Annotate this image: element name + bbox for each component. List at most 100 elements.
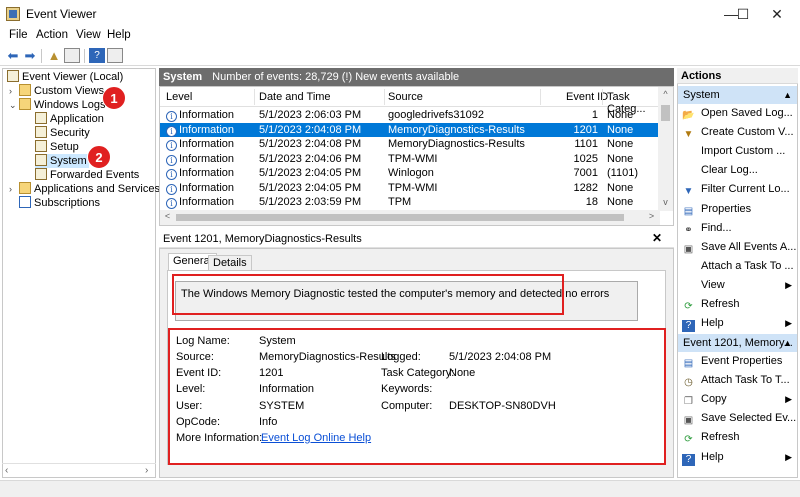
action-import-custom[interactable]: Import Custom ... xyxy=(678,142,797,160)
back-arrow-icon[interactable]: ⬅ xyxy=(5,48,21,63)
scroll-thumb[interactable] xyxy=(661,105,670,121)
log-icon xyxy=(35,112,47,124)
show-hide-action-pane-icon[interactable] xyxy=(107,48,123,63)
tree-item-forwarded-events[interactable]: Forwarded Events xyxy=(35,168,139,182)
action-save-all-events-a[interactable]: ▣ Save All Events A... xyxy=(678,238,797,256)
tree-item-setup[interactable]: Setup xyxy=(35,140,79,154)
submenu-arrow-icon: ▶ xyxy=(785,318,792,329)
action-attach-task-to-t[interactable]: ◷ Attach Task To T... xyxy=(678,371,797,389)
scroll-up-icon[interactable]: ^ xyxy=(658,89,673,99)
menu-file[interactable]: File xyxy=(9,29,28,41)
tree-item-application[interactable]: Application xyxy=(35,112,104,126)
chevron-right-icon[interactable]: › xyxy=(9,84,19,98)
window-title: Event Viewer xyxy=(26,7,97,21)
action-help[interactable]: ? Help ▶ xyxy=(678,448,797,466)
action-clear-log[interactable]: Clear Log... xyxy=(678,161,797,179)
action-save-selected-ev[interactable]: ▣ Save Selected Ev... xyxy=(678,409,797,427)
tree-item-system[interactable]: System xyxy=(35,154,89,168)
action-label: Help xyxy=(701,317,724,330)
cell-task: (1101) xyxy=(607,167,638,179)
collapse-icon[interactable]: ▲ xyxy=(783,334,792,352)
column-header-source[interactable]: Source xyxy=(388,91,423,103)
action-open-saved-log[interactable]: 📂 Open Saved Log... xyxy=(678,104,797,122)
tree-item-root[interactable]: Event Viewer (Local) xyxy=(7,70,123,84)
scroll-down-icon[interactable]: v xyxy=(658,197,673,207)
scroll-right-icon[interactable]: › xyxy=(145,465,148,476)
actions-section-system[interactable]: System ▲ xyxy=(678,86,797,104)
cell-level: i Information xyxy=(166,166,234,180)
close-detail-icon[interactable]: ✕ xyxy=(652,231,662,245)
show-hide-tree-icon[interactable] xyxy=(64,48,80,63)
tree-item-apps-services[interactable]: › Applications and Services Lo xyxy=(9,182,175,196)
help-icon: ? xyxy=(682,320,695,333)
event-detail-title: Event 1201, MemoryDiagnostics-Results xyxy=(159,230,674,248)
table-row[interactable]: i Information 5/1/2023 2:04:08 PM MemoryDia… xyxy=(160,122,660,137)
information-icon: i xyxy=(166,154,177,166)
tree-item-label: Applications and Services Lo xyxy=(34,183,176,195)
action-event-properties[interactable]: ▤ Event Properties xyxy=(678,352,797,370)
menu-view[interactable]: View xyxy=(76,29,101,41)
log-icon xyxy=(35,154,47,166)
table-row[interactable]: i Information 5/1/2023 2:04:05 PM TPM-WMI 12… xyxy=(160,181,660,195)
column-header-date[interactable]: Date and Time xyxy=(259,91,331,103)
help-icon[interactable]: ? xyxy=(89,48,105,63)
properties-icon: ▤ xyxy=(683,358,694,369)
binoculars-icon: ⚭ xyxy=(684,224,693,236)
tree-item-custom-views[interactable]: › Custom Views xyxy=(9,84,104,98)
forward-arrow-icon[interactable]: ➡ xyxy=(22,48,38,63)
action-refresh[interactable]: ⟳ Refresh xyxy=(678,428,797,446)
action-attach-a-task-to[interactable]: Attach a Task To ... xyxy=(678,257,797,275)
scroll-right-icon[interactable]: > xyxy=(644,211,659,221)
column-header-level[interactable]: Level xyxy=(166,91,192,103)
menu-help[interactable]: Help xyxy=(107,29,131,41)
close-window-button[interactable]: ✕ xyxy=(754,0,800,28)
cell-level: i Information xyxy=(166,195,234,209)
collapse-icon[interactable]: ▲ xyxy=(783,86,792,104)
tree-item-subscriptions[interactable]: Subscriptions xyxy=(19,196,100,210)
action-properties[interactable]: ▤ Properties xyxy=(678,200,797,218)
action-label: Copy xyxy=(701,393,727,406)
tree-horizontal-scrollbar[interactable]: ‹ › xyxy=(2,463,156,478)
cell-date: 5/1/2023 2:04:08 PM xyxy=(259,138,362,150)
tree-item-windows-logs[interactable]: ⌄ Windows Logs xyxy=(9,98,106,112)
level-text: Information xyxy=(179,167,235,179)
table-row[interactable]: i Information 5/1/2023 2:03:59 PM TPM 18 None xyxy=(160,195,660,209)
grid-vertical-scrollbar[interactable]: ^ v xyxy=(658,87,673,211)
status-bar xyxy=(0,480,800,497)
action-help[interactable]: ? Help ▶ xyxy=(678,314,797,333)
chevron-right-icon[interactable]: › xyxy=(9,182,19,196)
scroll-left-icon[interactable]: < xyxy=(160,211,175,221)
scroll-thumb[interactable] xyxy=(176,214,624,221)
save-disk-icon: ▣ xyxy=(683,243,694,255)
action-filter-current-lo[interactable]: ▼ Filter Current Lo... xyxy=(678,180,797,198)
actions-section-event[interactable]: Event 1201, Memory... ▲ xyxy=(678,334,797,352)
action-label: View xyxy=(701,278,725,291)
table-row[interactable]: i Information 5/1/2023 2:04:06 PM TPM-WMI 10… xyxy=(160,152,660,166)
tree-item-security[interactable]: Security xyxy=(35,126,90,140)
action-refresh[interactable]: ⟳ Refresh xyxy=(678,295,797,313)
filter-funnel-icon: ▼ xyxy=(683,129,694,141)
action-find[interactable]: ⚭ Find... xyxy=(678,219,797,237)
tab-details[interactable]: Details xyxy=(208,255,252,271)
action-label: Create Custom V... xyxy=(701,126,794,139)
subscriptions-icon xyxy=(19,196,31,208)
up-folder-icon[interactable]: ▲ xyxy=(46,48,62,63)
scroll-left-icon[interactable]: ‹ xyxy=(5,465,8,476)
level-text: Information xyxy=(179,152,235,165)
table-row[interactable]: i Information 5/1/2023 2:04:08 PM MemoryDia… xyxy=(160,137,660,151)
action-create-custom-v[interactable]: ▼ Create Custom V... xyxy=(678,123,797,141)
information-icon: i xyxy=(166,111,177,122)
table-row[interactable]: i Information 5/1/2023 2:04:05 PM Winlogon 7… xyxy=(160,166,660,180)
table-row[interactable]: i Information 5/1/2023 2:06:03 PM googledri… xyxy=(160,108,660,122)
submenu-arrow-icon: ▶ xyxy=(785,279,792,290)
folder-icon xyxy=(19,182,31,194)
task-scheduler-icon: ◷ xyxy=(684,377,693,389)
cell-level: i Information xyxy=(166,152,234,166)
action-view[interactable]: View ▶ xyxy=(678,276,797,294)
chevron-down-icon[interactable]: ⌄ xyxy=(9,98,19,112)
menu-action[interactable]: Action xyxy=(36,29,68,41)
action-label: Save Selected Ev... xyxy=(701,412,797,425)
level-text: Information xyxy=(179,181,235,194)
grid-horizontal-scrollbar[interactable]: < > xyxy=(160,210,660,225)
action-copy[interactable]: ❐ Copy ▶ xyxy=(678,390,797,408)
